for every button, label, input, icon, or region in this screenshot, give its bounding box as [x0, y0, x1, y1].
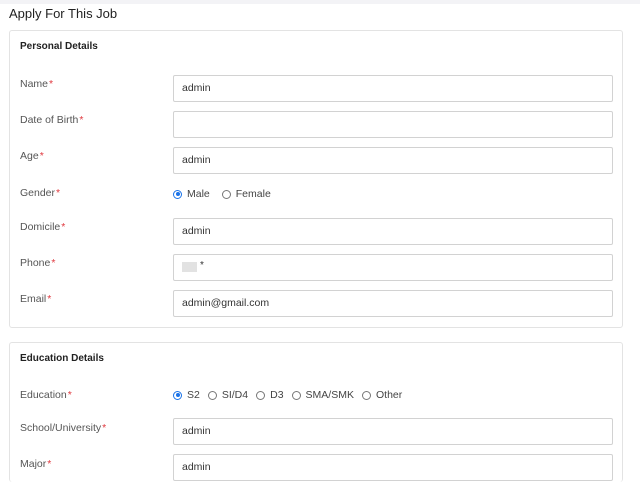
age-label: Age*: [20, 150, 44, 162]
radio-unchecked-icon[interactable]: [207, 390, 217, 400]
personal-details-card: Personal Details Name* admin Date of Bir…: [9, 30, 623, 328]
education-option-sma-smk[interactable]: SMA/SMK: [291, 389, 354, 401]
school-label: School/University*: [20, 422, 107, 434]
education-option-d3[interactable]: D3: [256, 389, 284, 401]
radio-unchecked-icon[interactable]: [291, 390, 301, 400]
gender-option-male[interactable]: Male: [173, 188, 210, 200]
phone-input[interactable]: *: [173, 254, 613, 281]
education-option-s1-d4[interactable]: SI/D4: [207, 389, 248, 401]
email-input[interactable]: admin@gmail.com: [173, 290, 613, 317]
top-bar: [0, 0, 640, 4]
gender-option-female[interactable]: Female: [221, 188, 271, 200]
name-input[interactable]: admin: [173, 75, 613, 102]
phone-label: Phone*: [20, 257, 56, 269]
domicile-label: Domicile*: [20, 221, 66, 233]
education-option-other[interactable]: Other: [361, 389, 402, 401]
name-label: Name*: [20, 78, 54, 90]
education-option-s2[interactable]: S2: [173, 389, 200, 401]
radio-checked-icon[interactable]: [173, 189, 182, 199]
education-radio-group: S2 SI/D4 D3 SMA/SMK Other: [173, 389, 414, 401]
school-input[interactable]: admin: [173, 418, 613, 445]
education-details-title: Education Details: [20, 353, 104, 364]
age-input[interactable]: admin: [173, 147, 613, 174]
radio-unchecked-icon[interactable]: [361, 390, 371, 400]
email-label: Email*: [20, 293, 52, 305]
gender-radio-group: Male Female: [173, 188, 283, 200]
radio-unchecked-icon[interactable]: [256, 390, 266, 400]
education-details-card: Education Details Education* S2 SI/D4 D3…: [9, 342, 623, 482]
dob-label: Date of Birth*: [20, 114, 84, 126]
radio-unchecked-icon[interactable]: [221, 189, 231, 199]
dob-input[interactable]: [173, 111, 613, 138]
gender-label: Gender*: [20, 187, 61, 199]
page-title: Apply For This Job: [9, 6, 118, 21]
education-label: Education*: [20, 389, 72, 401]
major-input[interactable]: admin: [173, 454, 613, 481]
major-label: Major*: [20, 458, 52, 470]
radio-checked-icon[interactable]: [173, 390, 182, 400]
personal-details-title: Personal Details: [20, 41, 98, 52]
domicile-input[interactable]: admin: [173, 218, 613, 245]
country-flag-icon[interactable]: [182, 262, 197, 273]
